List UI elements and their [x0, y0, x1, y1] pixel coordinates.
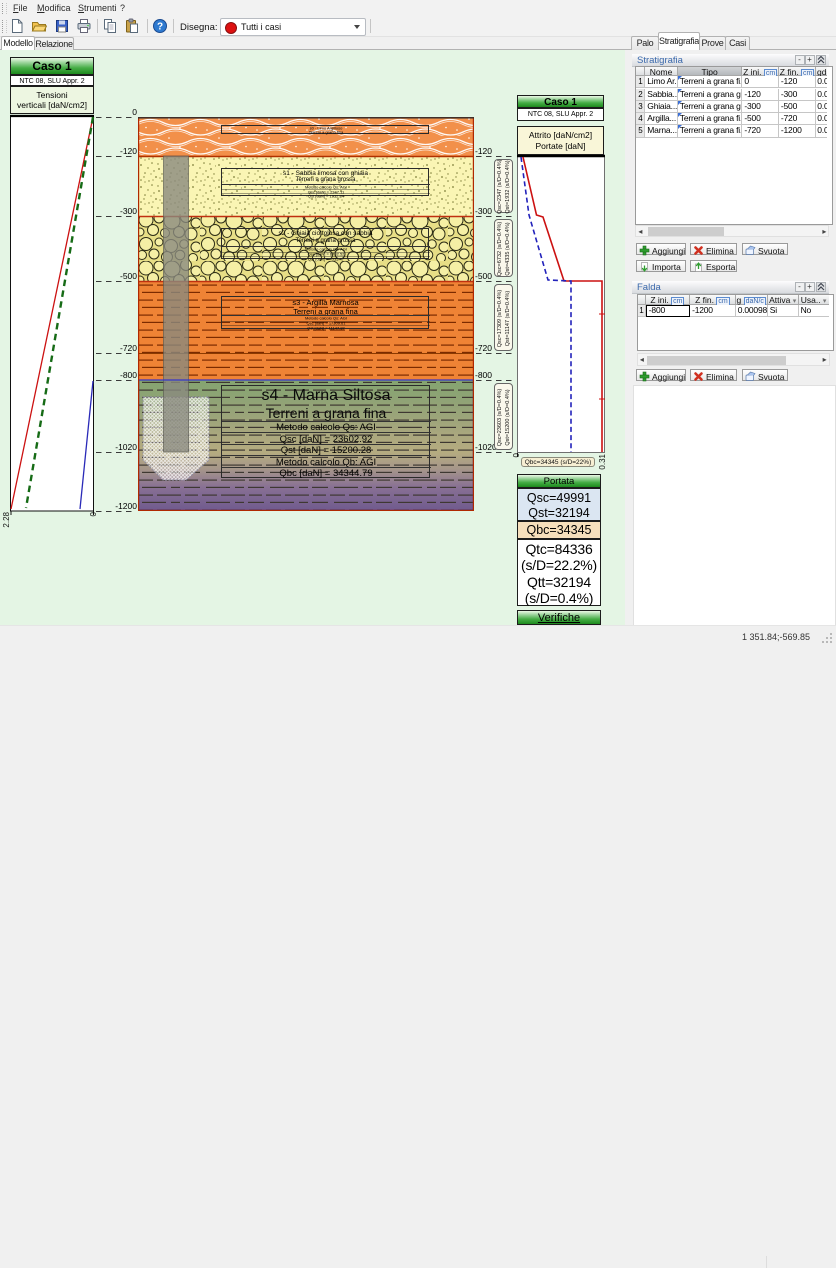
svg-text:?: ? — [157, 22, 163, 33]
